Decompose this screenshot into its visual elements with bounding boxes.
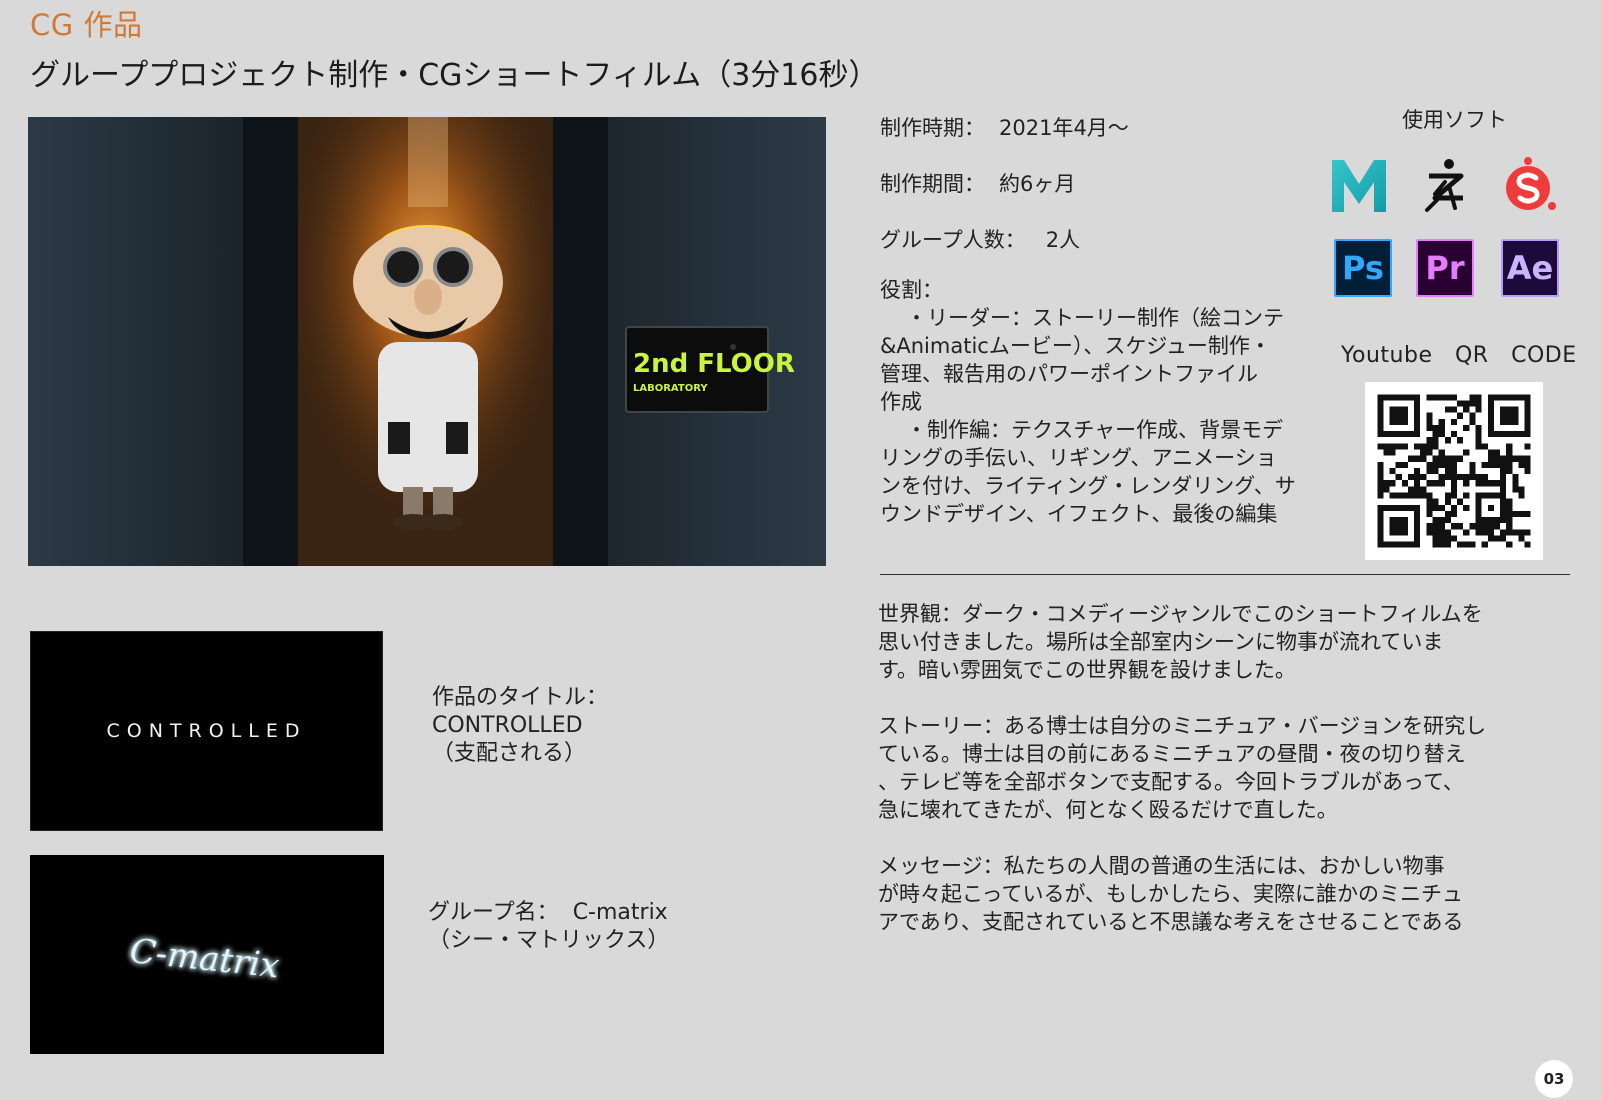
work-title-value: CONTROLLED: [432, 713, 583, 738]
group-size: グループ人数： 2人: [880, 226, 1080, 254]
text-line: 急に壊れてきたが、何となく殴るだけで直した。: [878, 798, 1338, 822]
production-period: 制作時期： 2021年4月～: [880, 114, 1129, 142]
zbrush-icon: [1415, 156, 1473, 214]
text-line: ストーリー：ある博士は自分のミニチュア・バージョンを研究し: [878, 714, 1487, 738]
role-line: 管理、報告用のパワーポイントファイル: [880, 362, 1258, 386]
role-line: ンを付け、ライティング・レンダリング、サ: [880, 474, 1296, 498]
roles-label: 役割：: [880, 278, 943, 302]
group-logo-thumbnail: C-matrix: [30, 855, 384, 1054]
section-label: CG 作品: [30, 8, 143, 42]
sign-floor-text: 2nd FLOOR: [633, 349, 795, 379]
hero-render-image: 2nd FLOOR LABORATORY: [28, 117, 826, 566]
qr-label: Youtube QR CODE: [1341, 343, 1577, 368]
photoshop-icon: Ps: [1334, 239, 1392, 297]
production-duration-label: 制作期間：: [880, 172, 985, 196]
group-logo-text: C-matrix: [128, 931, 281, 986]
page-number: 03: [1535, 1060, 1573, 1098]
text-line: が時々起こっているが、もしかしたら、実際に誰かのミニチュ: [878, 882, 1464, 906]
role-line: ・リーダー：ストーリー制作（絵コンテ: [906, 306, 1284, 330]
substance-painter-icon: [1500, 156, 1558, 214]
premiere-icon: Pr: [1416, 239, 1474, 297]
story-paragraph: ストーリー：ある博士は自分のミニチュア・バージョンを研究し ている。博士は目の前…: [878, 712, 1518, 824]
message-paragraph: メッセージ：私たちの人間の普通の生活には、おかしい物事 が時々起こっているが、も…: [878, 852, 1518, 936]
text-line: 、テレビ等を全部ボタンで支配する。今回トラブルがあって、: [878, 770, 1464, 794]
software-title: 使用ソフト: [1402, 108, 1507, 132]
roles-section: 役割： ・リーダー：ストーリー制作（絵コンテ &Animaticムービー）、スケ…: [880, 276, 1300, 528]
production-period-label: 制作時期：: [880, 116, 985, 140]
text-line: 世界観：ダーク・コメディージャンルでこのショートフィルムを: [878, 602, 1483, 626]
worldview-paragraph: 世界観：ダーク・コメディージャンルでこのショートフィルムを 思い付きました。場所…: [878, 600, 1518, 684]
after-effects-icon: Ae: [1501, 239, 1559, 297]
group-name-label: グループ名：: [428, 900, 559, 925]
group-size-value: 2人: [1045, 228, 1081, 252]
text-line: す。暗い雰囲気でこの世界観を設けました。: [878, 658, 1296, 682]
youtube-qr-code[interactable]: [1365, 382, 1543, 560]
production-period-value: 2021年4月～: [999, 116, 1129, 140]
maya-icon: [1330, 156, 1388, 214]
work-title-label: 作品のタイトル：: [432, 685, 609, 710]
text-line: 思い付きました。場所は全部室内シーンに物事が流れていま: [878, 630, 1444, 654]
section-divider: [880, 574, 1570, 575]
role-line: &Animaticムービー）、スケジュー制作・: [880, 334, 1271, 358]
text-line: メッセージ：私たちの人間の普通の生活には、おかしい物事: [878, 854, 1445, 878]
group-name-value: C-matrix: [572, 900, 668, 925]
text-line: アであり、支配されていると不思議な考えをさせることである: [878, 910, 1464, 934]
work-title-block: 作品のタイトル： CONTROLLED （支配される）: [432, 684, 608, 768]
role-line: リングの手伝い、リギング、アニメーショ: [880, 446, 1277, 470]
title-card-text: CONTROLLED: [106, 720, 307, 742]
text-line: ている。博士は目の前にあるミニチュアの昼間・夜の切り替え: [878, 742, 1466, 766]
group-name-block: グループ名： C-matrix （シー・マトリックス）: [428, 899, 669, 955]
sign-lab-text: LABORATORY: [633, 383, 708, 394]
work-title-sub: （支配される）: [432, 741, 587, 766]
role-line: 作成: [880, 390, 922, 414]
group-name-sub: （シー・マトリックス）: [428, 928, 670, 953]
role-line: ・制作編：テクスチャー作成、背景モデ: [906, 418, 1284, 442]
group-size-label: グループ人数：: [880, 228, 1026, 252]
production-duration-value: 約6ヶ月: [999, 172, 1076, 196]
page-title: グループプロジェクト制作・CGショートフィルム（3分16秒）: [30, 58, 879, 93]
production-duration: 制作期間： 約6ヶ月: [880, 170, 1075, 198]
role-line: ウンドデザイン、イフェクト、最後の編集: [880, 502, 1278, 526]
title-card-thumbnail: CONTROLLED: [30, 631, 383, 831]
